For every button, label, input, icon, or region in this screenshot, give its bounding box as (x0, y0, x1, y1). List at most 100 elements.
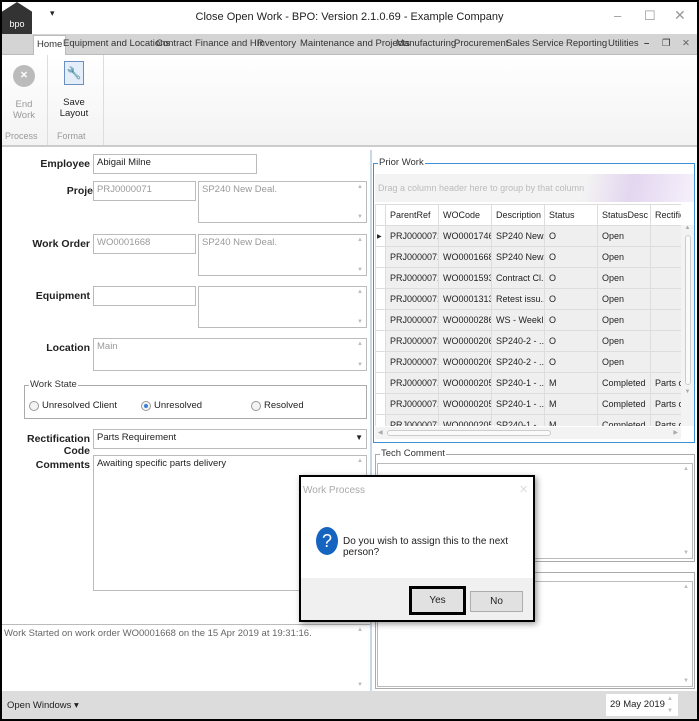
tab-inventory[interactable]: Inventory (257, 38, 296, 49)
status-log[interactable]: Work Started on work order WO0001668 on … (2, 624, 370, 690)
tab-home[interactable]: Home (33, 35, 67, 56)
table-row[interactable]: PRJ0000071 WO0000206 SP240-2 - ... O Open (375, 351, 681, 373)
dialog-close-button[interactable]: ✕ (519, 483, 528, 496)
column-header[interactable]: WOCode (438, 204, 492, 226)
table-cell[interactable]: WO0000206 (438, 330, 492, 352)
tab-contract[interactable]: Contract (156, 38, 192, 49)
column-header[interactable]: Status (544, 204, 598, 226)
scrollbar[interactable]: ▲▼ (682, 466, 690, 556)
table-cell[interactable] (650, 288, 681, 310)
table-cell[interactable]: Completed (597, 372, 651, 394)
scrollbar[interactable]: ▲▼ (356, 341, 364, 368)
tab-maintenance-projects[interactable]: Maintenance and Projects (300, 38, 410, 49)
table-cell[interactable]: WO0000205 (438, 414, 492, 426)
column-header[interactable]: Rectificatio... (650, 204, 681, 226)
column-header[interactable]: Description (491, 204, 545, 226)
scroll-thumb[interactable] (387, 430, 551, 436)
table-cell[interactable]: SP240 New... (491, 246, 545, 268)
tab-service[interactable]: Service (532, 38, 564, 49)
scrollbar[interactable]: ▲▼ (356, 184, 364, 220)
table-cell[interactable]: WS - Weekl... (491, 309, 545, 331)
table-cell[interactable]: WO0000205 (438, 393, 492, 415)
rectification-code-select[interactable]: Parts Requirement ▼ (93, 429, 367, 449)
table-cell[interactable]: Open (597, 225, 651, 247)
table-cell[interactable]: Open (597, 246, 651, 268)
table-row[interactable]: PRJ0000071WO0001668SP240 New...OOpen (375, 246, 681, 268)
table-cell[interactable]: M (544, 393, 598, 415)
table-cell[interactable]: WO0001668 (438, 246, 492, 268)
table-cell[interactable]: Open (597, 330, 651, 352)
table-cell[interactable] (650, 246, 681, 268)
table-cell[interactable]: Completed (597, 414, 651, 426)
column-header[interactable]: ParentRef (385, 204, 439, 226)
table-cell[interactable]: SP240 New... (491, 225, 545, 247)
table-row[interactable]: PRJ0000071 WO0000205 SP240-1 - ... M Complet… (375, 393, 681, 415)
table-row[interactable]: PRJ0000071 WO0000205 SP240-1 - ... M Complet… (375, 414, 681, 426)
table-row[interactable]: PRJ0000071 WO0001593 Contract Cl... O Open (375, 267, 681, 289)
table-cell[interactable]: SP240-1 - ... (491, 393, 545, 415)
table-cell[interactable]: O (544, 351, 598, 373)
column-header[interactable]: StatusDesc (597, 204, 651, 226)
date-spinner[interactable]: ▲ ▼ (666, 696, 674, 714)
table-cell[interactable]: WO0001593 (438, 267, 492, 289)
equipment-field[interactable] (93, 286, 196, 306)
table-row[interactable]: ▶PRJ0000071WO0001746SP240 New...OOpen (375, 225, 681, 247)
table-cell[interactable]: Parts on (650, 393, 681, 415)
tab-equipment-locations[interactable]: Equipment and Locations (63, 38, 170, 49)
date-picker[interactable]: 29 May 2019 ▲ ▼ (606, 694, 678, 716)
table-cell[interactable]: O (544, 288, 598, 310)
table-cell[interactable]: O (544, 330, 598, 352)
project-description[interactable]: SP240 New Deal. ▲ ▼ (198, 181, 367, 223)
open-windows-menu[interactable]: Open Windows ▾ (7, 700, 79, 711)
table-cell[interactable]: WO0001313 (438, 288, 492, 310)
table-cell[interactable]: SP240-1 - ... (491, 372, 545, 394)
scrollbar[interactable]: ▲▼ (356, 289, 364, 325)
table-row[interactable]: PRJ0000071 WO0000206 SP240-2 - ... O Open (375, 330, 681, 352)
horizontal-scrollbar[interactable]: ◀ ▶ (375, 427, 681, 439)
save-layout-button[interactable]: 🔧 Save Layout (50, 59, 98, 119)
close-button[interactable]: ✕ (674, 7, 686, 24)
table-cell[interactable]: PRJ0000071 (385, 288, 439, 310)
table-cell[interactable]: PRJ0000071 (385, 414, 439, 426)
table-cell[interactable] (650, 225, 681, 247)
mdi-close-icon[interactable]: ✕ (682, 38, 690, 49)
table-cell[interactable]: PRJ0000071 (385, 246, 439, 268)
employee-field[interactable]: Abigail Milne (93, 154, 257, 174)
scrollbar[interactable]: ▲▼ (682, 584, 690, 684)
vertical-scrollbar[interactable]: ▲ ▼ (681, 225, 694, 426)
table-cell[interactable]: O (544, 267, 598, 289)
table-cell[interactable]: O (544, 309, 598, 331)
table-cell[interactable]: SP240-1 - ... (491, 414, 545, 426)
table-cell[interactable]: PRJ0000071 (385, 372, 439, 394)
table-cell[interactable]: Open (597, 309, 651, 331)
tab-reporting[interactable]: Reporting (566, 38, 607, 49)
table-cell[interactable]: Open (597, 288, 651, 310)
table-cell[interactable]: Contract Cl... (491, 267, 545, 289)
table-cell[interactable]: PRJ0000071 (385, 330, 439, 352)
table-cell[interactable]: SP240-2 - ... (491, 330, 545, 352)
table-cell[interactable]: M (544, 372, 598, 394)
location-field[interactable]: Main ▲ ▼ (93, 338, 367, 371)
table-cell[interactable]: WO0000205 (438, 372, 492, 394)
tab-procurement[interactable]: Procurement (454, 38, 508, 49)
table-cell[interactable] (650, 267, 681, 289)
tab-finance-hr[interactable]: Finance and HR (195, 38, 264, 49)
project-field[interactable]: PRJ0000071 (93, 181, 196, 201)
table-cell[interactable]: PRJ0000071 (385, 351, 439, 373)
table-cell[interactable] (650, 309, 681, 331)
table-cell[interactable] (650, 351, 681, 373)
table-cell[interactable]: PRJ0000071 (385, 309, 439, 331)
table-cell[interactable]: Parts on (650, 372, 681, 394)
table-cell[interactable]: M (544, 414, 598, 426)
radio-unresolved-client[interactable]: Unresolved Client (29, 400, 117, 411)
tab-sales[interactable]: Sales (506, 38, 530, 49)
table-cell[interactable]: PRJ0000071 (385, 267, 439, 289)
mdi-minimize-icon[interactable]: – (644, 38, 649, 49)
scroll-thumb[interactable] (684, 235, 691, 385)
table-cell[interactable]: Open (597, 351, 651, 373)
table-cell[interactable]: PRJ0000071 (385, 393, 439, 415)
table-cell[interactable]: PRJ0000071 (385, 225, 439, 247)
table-row[interactable]: PRJ0000071 WO0000205 SP240-1 - ... M Complet… (375, 372, 681, 394)
minimize-button[interactable]: – (614, 8, 621, 23)
table-cell[interactable]: Open (597, 267, 651, 289)
